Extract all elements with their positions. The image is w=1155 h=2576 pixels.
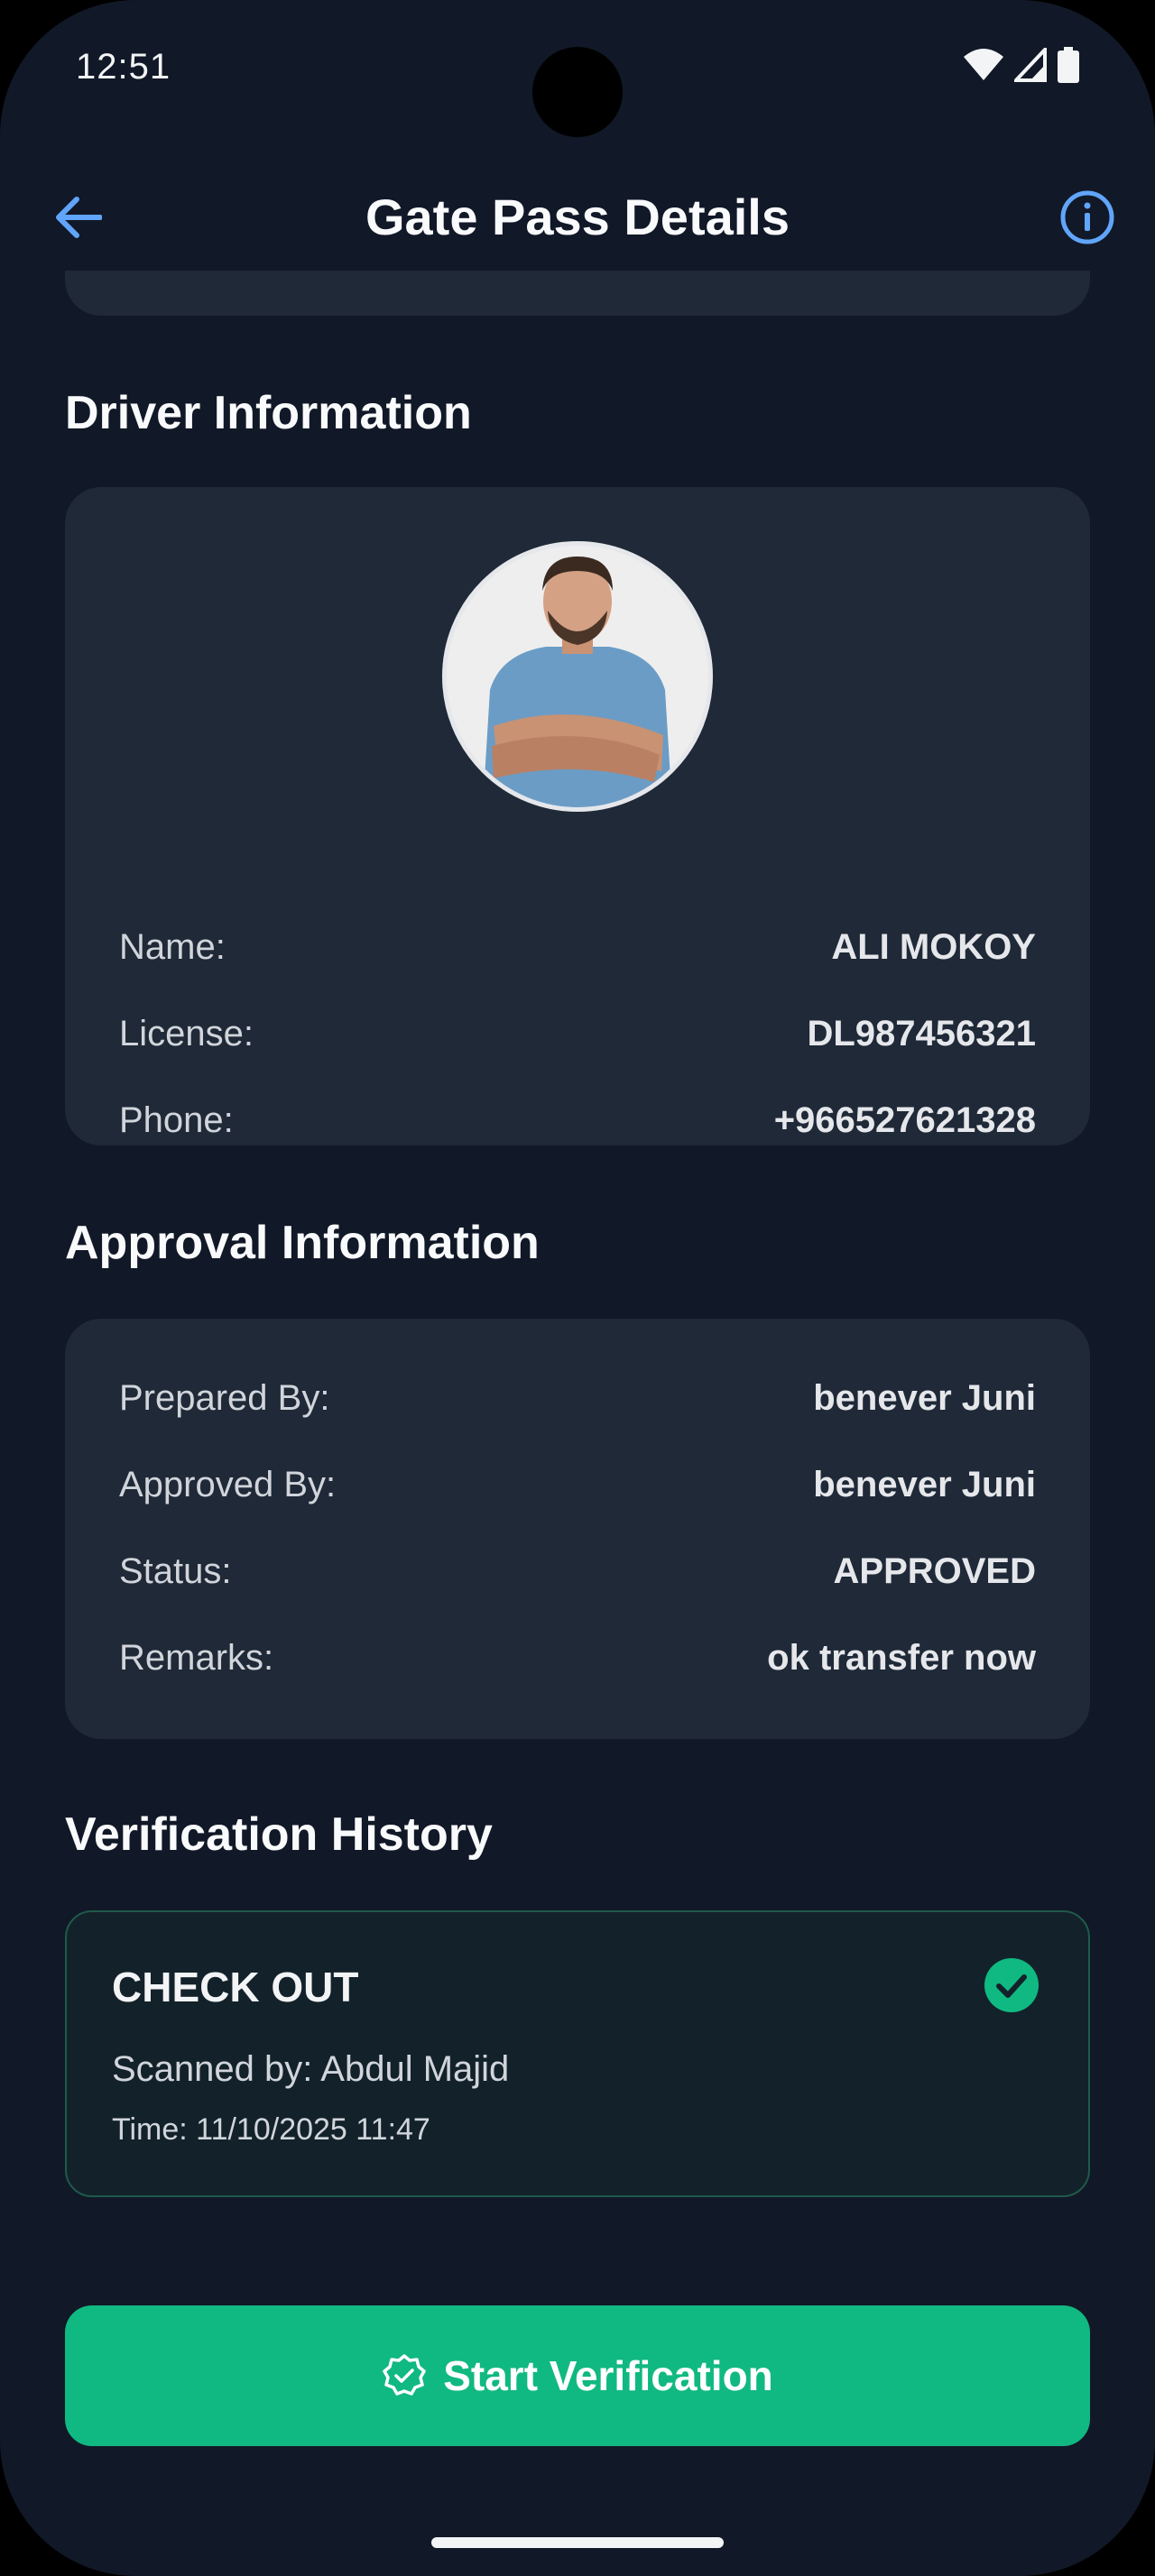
history-scanned-by: Scanned by: Abdul Majid <box>112 2049 510 2089</box>
approval-card: Prepared By: benever Juni Approved By: b… <box>65 1319 1090 1739</box>
approved-by-label: Approved By: <box>119 1464 337 1504</box>
status-label: Status: <box>119 1550 232 1591</box>
history-time: Time: 11/10/2025 11:47 <box>112 2112 430 2147</box>
prepared-by-value: benever Juni <box>813 1377 1036 1418</box>
page-title: Gate Pass Details <box>365 189 790 245</box>
battery-icon <box>1058 47 1079 83</box>
driver-card: Name: ALI MOKOY License: DL987456321 Pho… <box>65 487 1090 1145</box>
driver-photo <box>447 546 708 807</box>
camera-cutout <box>532 47 623 137</box>
start-verification-label: Start Verification <box>443 2352 773 2399</box>
remarks-row: Remarks: ok transfer now <box>119 1631 1036 1685</box>
home-indicator[interactable] <box>431 2537 724 2548</box>
history-entry: CHECK OUT Scanned by: Abdul Majid Time: … <box>65 1910 1090 2197</box>
approved-by-value: benever Juni <box>813 1464 1036 1504</box>
prepared-by-row: Prepared By: benever Juni <box>119 1371 1036 1425</box>
wifi-icon <box>964 49 1003 80</box>
status-row: Status: APPROVED <box>119 1544 1036 1598</box>
verified-badge-icon <box>383 2354 426 2396</box>
driver-phone-label: Phone: <box>119 1099 234 1140</box>
signal-icon <box>1014 48 1047 82</box>
prepared-by-label: Prepared By: <box>119 1377 330 1418</box>
info-button[interactable] <box>1056 186 1119 249</box>
driver-license-value: DL987456321 <box>807 1013 1036 1053</box>
app-bar: Gate Pass Details <box>0 171 1155 262</box>
driver-name-value: ALI MOKOY <box>831 926 1036 967</box>
previous-card-edge <box>65 271 1090 316</box>
history-section-title: Verification History <box>65 1808 493 1861</box>
driver-license-row: License: DL987456321 <box>119 1007 1036 1061</box>
driver-avatar <box>442 541 713 812</box>
remarks-value: ok transfer now <box>767 1637 1036 1678</box>
phone-screen: 12:51 Gate Pass Details Driver Informati… <box>0 0 1155 2576</box>
start-verification-button[interactable]: Start Verification <box>65 2305 1090 2446</box>
driver-section-title: Driver Information <box>65 387 472 439</box>
driver-name-row: Name: ALI MOKOY <box>119 920 1036 974</box>
check-circle-icon <box>984 1958 1039 2012</box>
driver-license-label: License: <box>119 1013 254 1053</box>
driver-phone-value: +966527621328 <box>773 1099 1036 1140</box>
remarks-label: Remarks: <box>119 1637 274 1678</box>
status-value: APPROVED <box>833 1550 1037 1591</box>
status-icons <box>964 47 1079 83</box>
info-icon <box>1060 190 1114 244</box>
driver-name-label: Name: <box>119 926 226 967</box>
approval-section-title: Approval Information <box>65 1217 540 1269</box>
history-entry-type: CHECK OUT <box>112 1964 359 2010</box>
status-bar: 12:51 <box>0 0 1155 137</box>
status-time: 12:51 <box>76 47 171 87</box>
approved-by-row: Approved By: benever Juni <box>119 1458 1036 1512</box>
driver-phone-row: Phone: +966527621328 <box>119 1093 1036 1147</box>
